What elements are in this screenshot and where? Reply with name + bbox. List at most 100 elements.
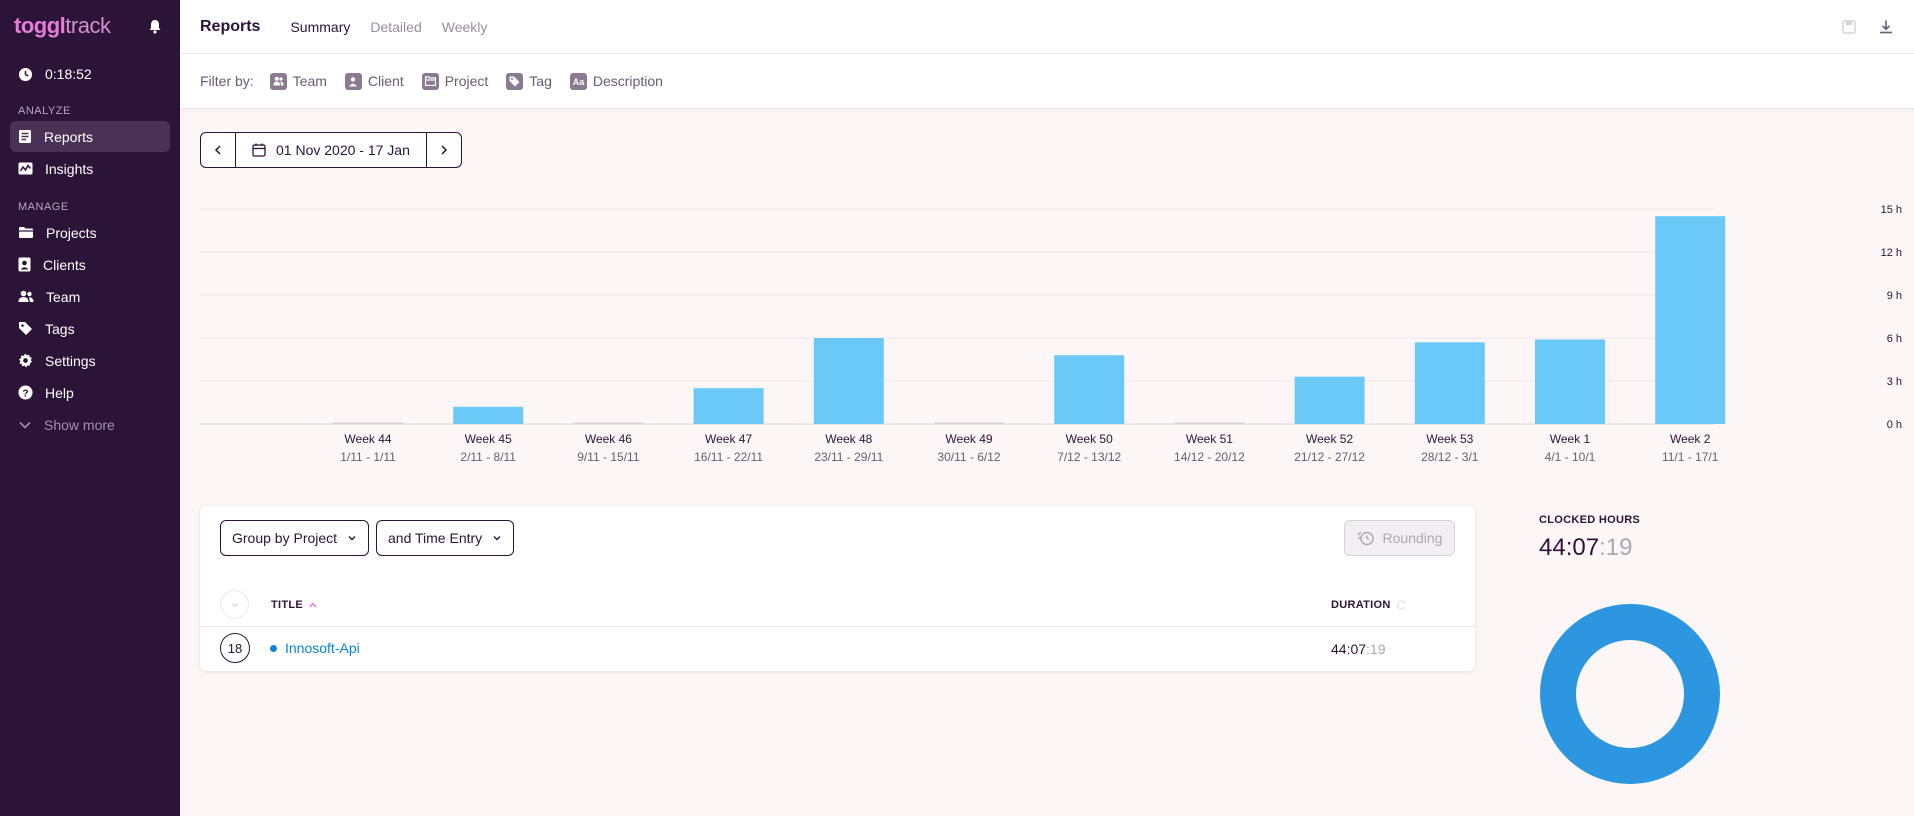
chevron-down-icon: [348, 535, 356, 540]
sidebar-show-more[interactable]: Show more: [10, 409, 170, 440]
logo-row: toggltrack: [0, 0, 180, 52]
filter-tag[interactable]: Tag: [506, 72, 552, 90]
bell-icon[interactable]: [146, 17, 164, 35]
filter-description[interactable]: Aa Description: [569, 72, 663, 90]
bar[interactable]: [453, 406, 524, 424]
column-title[interactable]: TITLE: [271, 599, 317, 611]
bar[interactable]: [813, 338, 884, 424]
x-tick-sublabel: 30/11 - 6/12: [937, 450, 1000, 464]
x-tick-label: Week 52: [1306, 432, 1353, 446]
x-tick-sublabel: 14/12 - 20/12: [1174, 450, 1245, 464]
date-range-value: 01 Nov 2020 - 17 Jan: [276, 142, 410, 158]
page-title: Reports: [200, 17, 261, 35]
bar[interactable]: [1655, 216, 1726, 424]
calendar-icon: [252, 143, 266, 157]
project-name[interactable]: Innosoft-Api: [270, 640, 360, 656]
chevron-left-icon: [214, 145, 221, 155]
logo[interactable]: toggltrack: [14, 13, 111, 39]
chevron-down-icon: [493, 535, 501, 540]
row-duration: 44:07:19: [1331, 641, 1386, 657]
bar[interactable]: [1535, 339, 1605, 424]
clocked-hours-value: 44:07:19: [1539, 534, 1633, 561]
rounding-icon: [1357, 531, 1374, 546]
next-period-button[interactable]: [425, 133, 461, 167]
x-tick-label: Week 44: [344, 432, 391, 446]
filter-client[interactable]: Client: [344, 72, 404, 90]
column-duration[interactable]: DURATION: [1331, 599, 1407, 611]
bar[interactable]: [573, 422, 644, 425]
filter-team[interactable]: Team: [269, 72, 327, 90]
sidebar-item-insights[interactable]: Insights: [10, 153, 170, 184]
bar[interactable]: [1414, 342, 1485, 424]
x-tick-sublabel: 16/11 - 22/11: [694, 450, 763, 464]
entry-count-badge[interactable]: 18: [220, 633, 250, 663]
summary-table-card: Group by Project and Time Entry Rounding…: [200, 506, 1475, 671]
x-tick-sublabel: 11/1 - 17/1: [1662, 450, 1719, 464]
sidebar-item-settings[interactable]: Settings: [10, 345, 170, 376]
sidebar-item-clients[interactable]: Clients: [10, 249, 170, 280]
sort-ascending-icon: [309, 602, 317, 608]
y-tick-label: 9 h: [1887, 290, 1902, 302]
x-tick-sublabel: 28/12 - 3/1: [1421, 450, 1479, 464]
weekly-bar-chart: 0 h 3 h 6 h 9 h 12 h 15 h Week 44 1/11 - 1/11 We…: [200, 204, 1902, 464]
x-tick-label: Week 1: [1550, 432, 1591, 446]
bar[interactable]: [934, 422, 1004, 425]
x-tick-sublabel: 23/11 - 29/11: [814, 450, 883, 464]
sidebar-item-label: Clients: [43, 256, 86, 273]
sidebar-item-tags[interactable]: Tags: [10, 313, 170, 344]
chevron-right-icon: [441, 145, 447, 155]
bar[interactable]: [1294, 376, 1365, 424]
download-icon[interactable]: [1878, 19, 1894, 35]
sidebar-item-projects[interactable]: Projects: [10, 217, 170, 248]
tab-weekly[interactable]: Weekly: [442, 19, 488, 35]
clock-icon: [18, 67, 33, 81]
expand-all-toggle[interactable]: [220, 590, 249, 619]
svg-text:Aa: Aa: [573, 77, 585, 86]
bar[interactable]: [693, 388, 764, 424]
sidebar-item-team[interactable]: Team: [10, 281, 170, 312]
donut-slice-innosoft-api[interactable]: [1540, 604, 1720, 784]
x-tick-label: Week 45: [465, 432, 512, 446]
sidebar-item-label: Projects: [46, 224, 97, 241]
chevron-down-icon: [19, 421, 31, 429]
x-tick-label: Week 50: [1066, 432, 1113, 446]
x-tick-sublabel: 2/11 - 8/11: [460, 450, 516, 464]
team-icon: [18, 290, 34, 302]
sidebar-item-reports[interactable]: Reports: [10, 121, 170, 152]
bar[interactable]: [1174, 422, 1245, 425]
save-icon[interactable]: [1842, 20, 1856, 34]
folder-icon: [421, 72, 439, 90]
folder-icon: [19, 227, 33, 238]
previous-period-button[interactable]: [201, 133, 236, 167]
x-tick-sublabel: 4/1 - 10/1: [1545, 450, 1596, 464]
clocked-hours-panel: CLOCKED HOURS 44:07:19: [1539, 514, 1640, 562]
bar[interactable]: [1054, 355, 1125, 424]
gear-icon: [18, 353, 33, 368]
sidebar-item-label: Team: [46, 288, 81, 305]
subgroup-dropdown[interactable]: and Time Entry: [376, 520, 515, 556]
date-range-button[interactable]: 01 Nov 2020 - 17 Jan: [236, 133, 426, 167]
running-timer[interactable]: 0:18:52: [0, 52, 180, 96]
page-header: Reports Summary Detailed Weekly: [180, 0, 1914, 54]
y-tick-label: 15 h: [1881, 204, 1902, 216]
filter-project[interactable]: Project: [421, 72, 488, 90]
x-tick-label: Week 53: [1426, 432, 1473, 446]
team-icon: [269, 72, 287, 90]
table-row[interactable]: 18 Innosoft-Api 44:07:19: [200, 627, 1475, 671]
sidebar-item-label: Tags: [45, 320, 75, 337]
section-analyze: ANALYZE: [18, 105, 71, 117]
sidebar: toggltrack 0:18:52 ANALYZE Reports Insig…: [0, 0, 180, 816]
client-icon: [18, 257, 31, 272]
sidebar-item-help[interactable]: ? Help: [10, 377, 170, 408]
tab-summary[interactable]: Summary: [290, 19, 350, 35]
x-tick-sublabel: 7/12 - 13/12: [1057, 450, 1121, 464]
sidebar-item-label: Insights: [45, 160, 94, 177]
svg-text:?: ?: [22, 388, 28, 399]
x-tick-label: Week 51: [1186, 432, 1233, 446]
group-by-dropdown[interactable]: Group by Project: [220, 520, 370, 556]
bar[interactable]: [333, 422, 403, 425]
rounding-button[interactable]: Rounding: [1344, 520, 1455, 556]
tab-detailed[interactable]: Detailed: [370, 19, 421, 35]
header-actions: [1842, 0, 1894, 54]
x-tick-label: Week 2: [1670, 432, 1711, 446]
